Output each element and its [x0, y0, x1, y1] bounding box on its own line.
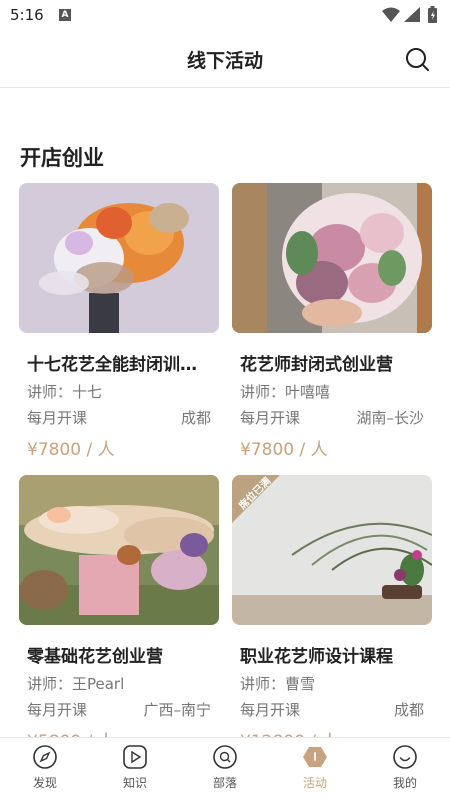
- nav-item-discover[interactable]: 发现: [0, 744, 90, 791]
- hexagon-icon: [303, 747, 327, 767]
- nav-item-activity[interactable]: 活动: [270, 744, 360, 791]
- course-image[interactable]: 席位已满: [232, 475, 432, 625]
- bottom-nav: 发现 知识 部落 活动 我的: [0, 737, 450, 800]
- teacher-label: 讲师：曹雪: [240, 675, 316, 693]
- nav-label: 发现: [32, 776, 57, 790]
- course-card[interactable]: 席位已满 职业花艺师设计课程 讲师：曹雪 每月开课 成都 ¥12800 / 人: [232, 475, 432, 752]
- title-bar: 线下活动: [0, 30, 450, 88]
- chat-search-icon: [213, 745, 237, 769]
- status-time: 5:16: [10, 6, 44, 24]
- course-price: ¥7800 / 人: [27, 440, 115, 460]
- location-label: 广西–南宁: [143, 701, 211, 719]
- schedule-label: 每月开课: [27, 701, 88, 719]
- course-meta: 每月开课 成都: [27, 407, 211, 427]
- course-card[interactable]: 花艺师封闭式创业营 讲师：叶嘻嘻 每月开课 湖南–长沙 ¥7800 / 人: [232, 183, 432, 460]
- schedule-label: 每月开课: [240, 409, 301, 427]
- course-price: ¥7800 / 人: [240, 440, 328, 460]
- schedule-label: 每月开课: [27, 409, 88, 427]
- course-meta: 每月开课 成都: [240, 699, 424, 719]
- play-icon: [123, 745, 147, 769]
- course-title[interactable]: 零基础花艺创业营: [27, 642, 213, 667]
- teacher-label: 讲师：王Pearl: [27, 675, 125, 693]
- wifi-icon: [382, 7, 400, 22]
- course-image[interactable]: [232, 183, 432, 333]
- course-meta: 每月开课 广西–南宁: [27, 699, 211, 719]
- location-label: 湖南–长沙: [356, 409, 424, 427]
- course-card[interactable]: 十七花艺全能封闭训练营 讲师：十七 每月开课 成都 ¥7800 / 人: [19, 183, 219, 460]
- course-image[interactable]: [19, 475, 219, 625]
- page-title: 线下活动: [186, 50, 263, 72]
- schedule-label: 每月开课: [240, 701, 301, 719]
- course-teacher: 讲师：十七: [27, 381, 211, 401]
- course-image[interactable]: [19, 183, 219, 333]
- nav-label: 部落: [212, 776, 237, 790]
- nav-item-tribe[interactable]: 部落: [180, 744, 270, 791]
- course-teacher: 讲师：曹雪: [240, 673, 424, 693]
- compass-icon: [33, 745, 57, 769]
- teacher-label: 讲师：叶嘻嘻: [240, 383, 331, 401]
- course-meta: 每月开课 湖南–长沙: [240, 407, 424, 427]
- nav-label: 知识: [122, 776, 147, 790]
- section-title: 开店创业: [20, 146, 104, 170]
- course-teacher: 讲师：王Pearl: [27, 673, 211, 693]
- nav-label: 我的: [392, 776, 417, 790]
- teacher-label: 讲师：十七: [27, 383, 103, 401]
- nav-label: 活动: [302, 776, 327, 790]
- location-label: 成都: [393, 701, 424, 719]
- location-label: 成都: [180, 409, 211, 427]
- nav-item-knowledge[interactable]: 知识: [90, 744, 180, 791]
- smile-icon: [393, 745, 417, 769]
- course-title[interactable]: 花艺师封闭式创业营: [240, 350, 426, 375]
- course-title[interactable]: 职业花艺师设计课程: [240, 642, 426, 667]
- search-icon[interactable]: [404, 46, 430, 72]
- status-icons: [382, 6, 437, 23]
- notification-badge-icon: A: [59, 9, 71, 21]
- signal-icon: [404, 7, 420, 22]
- course-title[interactable]: 十七花艺全能封闭训练营: [27, 350, 213, 375]
- nav-item-mine[interactable]: 我的: [360, 744, 450, 791]
- status-bar: 5:16 A: [0, 0, 450, 30]
- course-teacher: 讲师：叶嘻嘻: [240, 381, 424, 401]
- course-card[interactable]: 零基础花艺创业营 讲师：王Pearl 每月开课 广西–南宁 ¥5800 / 人: [19, 475, 219, 752]
